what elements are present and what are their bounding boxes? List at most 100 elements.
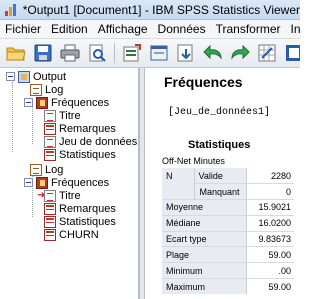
row-label: Moyenne — [162, 199, 247, 216]
tree-item-log[interactable]: Log — [30, 83, 63, 96]
book-icon — [36, 96, 48, 109]
tree-item-label: Remarques — [59, 202, 116, 215]
menu-affichage[interactable]: Affichage — [93, 22, 153, 36]
outline-pane: Output Log Fréquences Titre Remarques Je… — [0, 68, 140, 299]
menu-fichier[interactable]: Fichier — [0, 22, 46, 36]
redo-icon[interactable] — [228, 41, 252, 65]
tree-item-label: Titre — [59, 189, 81, 202]
export-icon[interactable] — [120, 41, 144, 65]
tree-item-label: Statistiques — [59, 148, 116, 161]
print-preview-icon[interactable] — [85, 41, 109, 65]
goto-case-icon[interactable] — [282, 41, 300, 65]
row-label: Ecart type — [162, 230, 247, 247]
row-label: N — [162, 168, 195, 184]
book-icon — [36, 176, 48, 189]
row-sublabel: Valide — [194, 168, 247, 184]
window-title: *Output1 [Document1] - IBM SPSS Statisti… — [22, 2, 300, 17]
tree-item-label: Log — [45, 163, 64, 176]
print-icon[interactable] — [58, 41, 82, 65]
menu-donnees[interactable]: Données — [153, 22, 211, 36]
tree-item-frequences[interactable]: Fréquences — [24, 176, 109, 189]
table-row: Moyenne 15.9021 — [162, 199, 294, 216]
tree-item-titre[interactable]: ➜ Titre — [37, 189, 81, 202]
log-icon — [30, 83, 42, 96]
menu-bar: Fichier Edition Affichage Données Transf… — [0, 20, 300, 39]
collapse-toggle[interactable] — [24, 178, 33, 187]
tree-item-label: Jeu de données a — [59, 135, 140, 148]
table-icon — [44, 228, 56, 241]
cell-value: 16.0200 — [246, 214, 294, 232]
page-icon — [44, 109, 56, 122]
spss-app-icon — [3, 3, 19, 17]
cell-value: 0 — [246, 183, 294, 200]
tree-item-log[interactable]: Log — [30, 163, 63, 176]
import-data-icon[interactable] — [174, 41, 198, 65]
row-label: Maximum — [162, 278, 247, 295]
tree-item-label: Output — [33, 70, 67, 83]
tree-item-label: Titre — [59, 109, 81, 122]
tree-item-label: Remarques — [59, 122, 116, 135]
tree-connector — [32, 104, 33, 144]
pane-splitter[interactable] — [140, 68, 145, 299]
toolbar-separator — [114, 43, 115, 63]
tree-connector — [12, 82, 13, 152]
cell-value: 2280 — [246, 168, 294, 184]
selection-arrow-icon: ➜ — [37, 190, 46, 201]
table-icon — [44, 215, 56, 228]
open-folder-icon[interactable] — [4, 41, 28, 65]
tree-item-churn[interactable]: CHURN — [44, 228, 99, 241]
tree-item-statistiques[interactable]: Statistiques — [44, 215, 116, 228]
variable-label: Off-Net Minutes — [162, 156, 225, 166]
table-icon — [44, 148, 56, 161]
save-icon[interactable] — [31, 41, 55, 65]
title-bar: *Output1 [Document1] - IBM SPSS Statisti… — [0, 0, 300, 20]
collapse-toggle[interactable] — [24, 98, 33, 107]
tree-item-label: Fréquences — [51, 96, 110, 109]
tree-item-statistiques[interactable]: Statistiques — [44, 148, 116, 161]
row-label — [162, 183, 195, 200]
tree-item-output[interactable]: Output — [6, 70, 66, 83]
table-row: Maximum 59.00 — [162, 278, 294, 295]
tree-item-label: CHURN — [59, 228, 99, 241]
tree-item-label: Statistiques — [59, 215, 116, 228]
dataset-label[interactable]: [Jeu_de_données1] — [168, 107, 270, 118]
tree-item-titre[interactable]: Titre — [44, 109, 81, 122]
table-icon — [44, 122, 56, 135]
menu-inserer[interactable]: Insére — [286, 22, 301, 36]
table-icon — [44, 202, 56, 215]
statistics-table[interactable]: N Valide 2280 Manquant 0 Moyenne 15.9021… — [162, 168, 294, 295]
cell-value: 59.00 — [246, 278, 294, 295]
table-row: N Valide 2280 — [162, 168, 294, 184]
row-label: Médiane — [162, 214, 247, 232]
log-icon — [30, 163, 42, 176]
row-label: Plage — [162, 246, 247, 263]
row-label: Minimum — [162, 262, 247, 279]
cell-value: 15.9021 — [246, 199, 294, 216]
tree-item-remarques[interactable]: Remarques — [44, 122, 116, 135]
tree-item-label: Fréquences — [51, 176, 110, 189]
goto-data-icon[interactable] — [255, 41, 279, 65]
collapse-toggle[interactable] — [6, 72, 15, 81]
tree-item-label: Log — [45, 83, 64, 96]
recall-dialog-icon[interactable] — [147, 41, 171, 65]
table-title[interactable]: Statistiques — [188, 139, 250, 151]
page-title[interactable]: Fréquences — [164, 74, 243, 90]
undo-icon[interactable] — [201, 41, 225, 65]
tree-item-jeu-de-donnees[interactable]: Jeu de données a — [44, 135, 140, 148]
menu-edition[interactable]: Edition — [46, 22, 93, 36]
page-icon — [44, 135, 56, 148]
table-row: Minimum .00 — [162, 262, 294, 279]
cell-value: .00 — [246, 262, 294, 279]
toolbar — [0, 39, 300, 68]
table-row: Plage 59.00 — [162, 246, 294, 263]
table-row: Médiane 16.0200 — [162, 214, 294, 232]
row-sublabel: Manquant — [194, 183, 247, 200]
tree-item-remarques[interactable]: Remarques — [44, 202, 116, 215]
content-pane: Fréquences [Jeu_de_données1] Statistique… — [146, 68, 300, 299]
output-icon — [18, 70, 30, 83]
tree-item-frequences[interactable]: Fréquences — [24, 96, 109, 109]
menu-transformer[interactable]: Transformer — [211, 22, 286, 36]
cell-value: 59.00 — [246, 246, 294, 263]
cell-value: 9.83673 — [246, 230, 294, 247]
page-icon — [44, 189, 56, 202]
